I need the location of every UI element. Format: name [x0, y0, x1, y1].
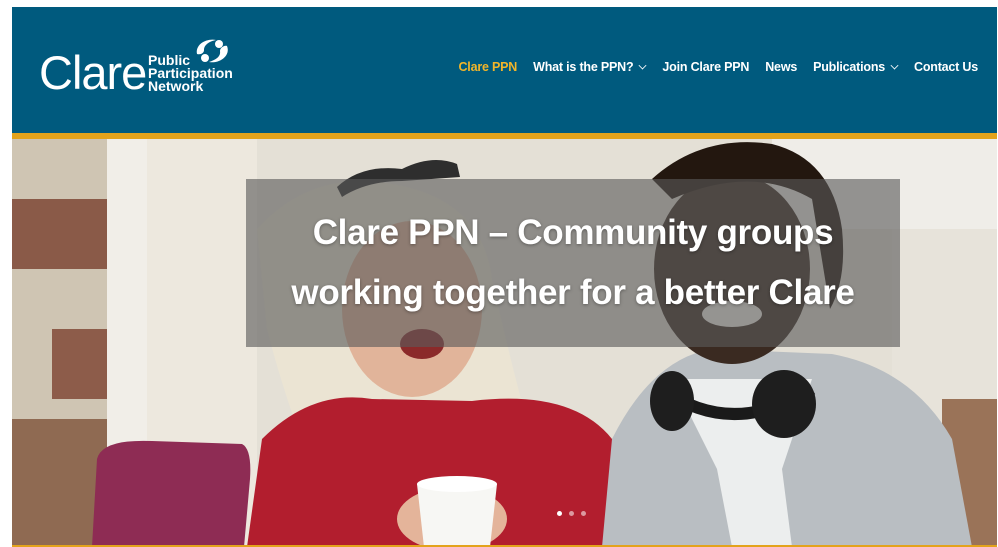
nav-item-label: Join Clare PPN [662, 60, 750, 74]
nav-item-clare-ppn[interactable]: Clare PPN [458, 60, 517, 74]
nav-item-join-clare-ppn[interactable]: Join Clare PPN [662, 60, 749, 74]
chevron-down-icon [890, 61, 899, 70]
hero-caption-box: Clare PPN – Community groups working tog… [246, 179, 900, 347]
logo-subtitle-line: Network [148, 78, 204, 94]
slider-pagination [557, 511, 586, 516]
nav-item-contact-us[interactable]: Contact Us [914, 60, 978, 74]
slider-dot[interactable] [569, 511, 574, 516]
site-header: Clare Public Participation Network Clare… [12, 7, 997, 133]
logo-subtitle: Public Participation Network [148, 53, 233, 94]
nav-item-label: Publications [813, 60, 886, 74]
site-logo[interactable]: Clare Public Participation Network [39, 35, 239, 105]
nav-item-label: News [765, 60, 798, 74]
main-nav: Clare PPN What is the PPN? Join Clare PP… [442, 60, 978, 74]
chevron-down-icon [638, 61, 647, 70]
nav-item-what-is-the-ppn[interactable]: What is the PPN? [533, 60, 647, 74]
page-frame: Clare Public Participation Network Clare… [12, 7, 997, 547]
hero-title: Clare PPN – Community groups working tog… [291, 213, 855, 312]
nav-item-label: What is the PPN? [533, 60, 634, 74]
nav-item-news[interactable]: News [765, 60, 797, 74]
slider-dot[interactable] [557, 511, 562, 516]
slider-dot[interactable] [581, 511, 586, 516]
logo-wordmark: Clare [39, 46, 147, 99]
nav-item-publications[interactable]: Publications [813, 60, 899, 74]
nav-item-label: Clare PPN [458, 60, 518, 74]
nav-item-label: Contact Us [914, 60, 978, 74]
hero-slider[interactable]: Clare PPN – Community groups working tog… [12, 139, 997, 547]
